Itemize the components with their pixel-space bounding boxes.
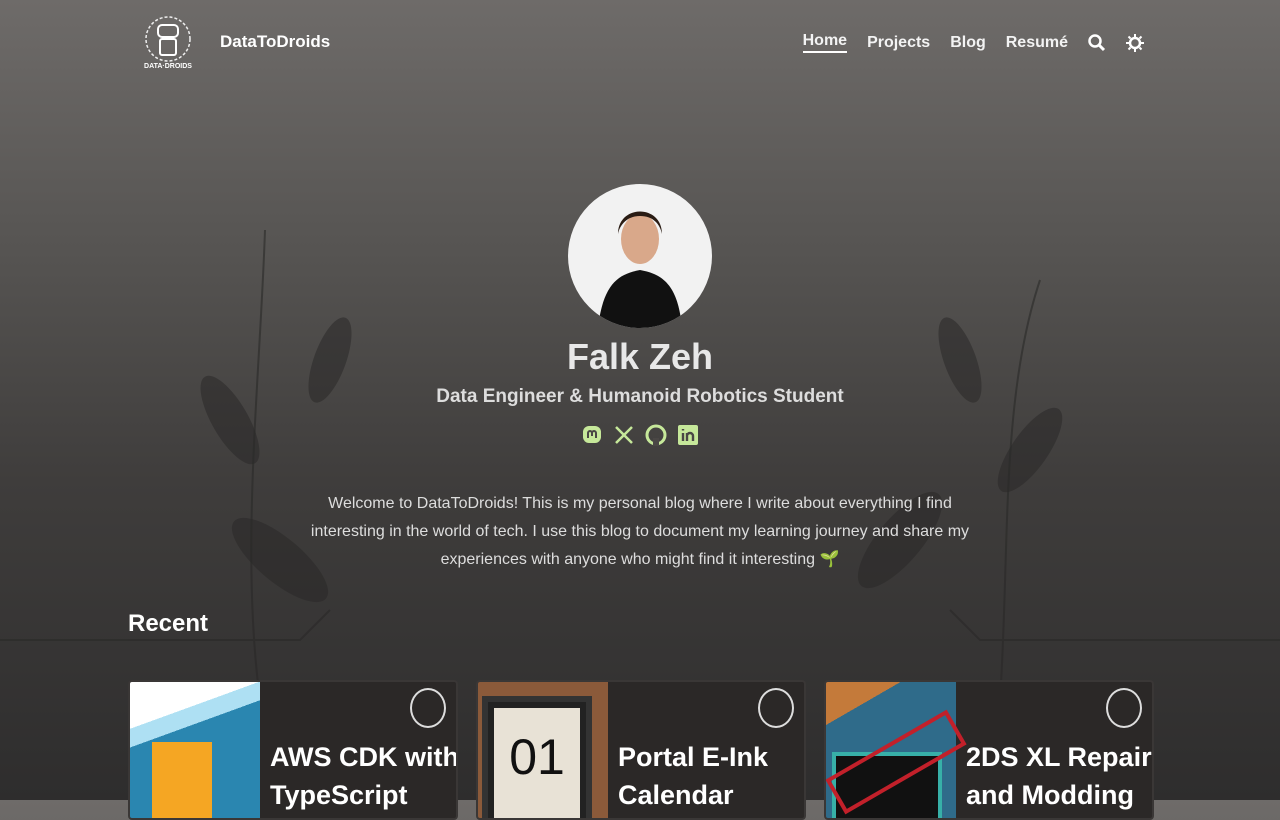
main-nav: Home Projects Blog Resumé [802, 32, 1144, 53]
theme-toggle-icon[interactable] [1126, 33, 1144, 52]
aws-cdk-thumbnail [130, 682, 260, 818]
github-icon[interactable] [645, 424, 667, 446]
header: DATA·DROIDS DataToDroids Home Projects B… [0, 0, 1280, 84]
datatodroids-mini-logo [758, 688, 794, 728]
profile-avatar [568, 184, 712, 328]
nav-resume[interactable]: Resumé [1006, 34, 1068, 52]
recent-heading: Recent [128, 610, 209, 637]
post-title: 2DS XL Repair and Modding [966, 742, 1152, 810]
mastodon-icon[interactable] [581, 424, 603, 446]
post-title: Portal E-Ink Calendar [618, 742, 769, 810]
nav-home[interactable]: Home [802, 32, 848, 53]
2ds-repair-thumbnail [826, 682, 967, 818]
x-twitter-icon[interactable] [613, 424, 635, 446]
nav-projects[interactable]: Projects [867, 34, 930, 52]
datatodroids-mini-logo [410, 688, 446, 728]
post-card[interactable]: 2DS XL Repair and Modding [824, 680, 1154, 820]
search-icon[interactable] [1088, 33, 1106, 52]
post-card[interactable]: 01 Portal E-Ink Calendar [476, 680, 806, 820]
nav-blog[interactable]: Blog [950, 34, 986, 52]
datatodroids-mini-logo [1106, 688, 1142, 728]
post-title: AWS CDK with TypeScript [270, 742, 458, 810]
eink-calendar-thumbnail: 01 [478, 682, 608, 818]
datatodroids-logo[interactable]: DATA·DROIDS [140, 13, 196, 71]
intro-text: Welcome to DataToDroids! This is my pers… [310, 495, 970, 568]
linkedin-icon[interactable] [677, 424, 699, 446]
svg-text:DATA·DROIDS: DATA·DROIDS [144, 63, 192, 70]
brand-name[interactable]: DataToDroids [220, 32, 330, 52]
profile-subtitle: Data Engineer & Humanoid Robotics Studen… [436, 386, 844, 407]
profile-name: Falk Zeh [566, 336, 714, 377]
post-card[interactable]: AWS CDK with TypeScript [128, 680, 458, 820]
social-links [0, 424, 1280, 446]
recent-posts: AWS CDK with TypeScript 01 Portal E-Ink Ca… [128, 680, 1154, 820]
